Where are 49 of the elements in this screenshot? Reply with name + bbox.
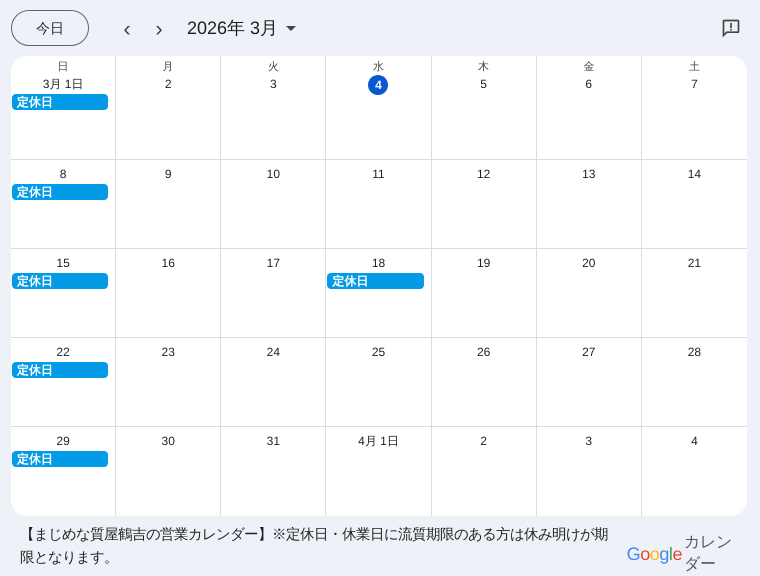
- date-number[interactable]: 31: [266, 431, 280, 451]
- date-number[interactable]: 16: [162, 253, 175, 273]
- date-number[interactable]: 14: [688, 164, 702, 184]
- date-number[interactable]: 10: [266, 164, 280, 184]
- date-number[interactable]: 13: [582, 164, 596, 184]
- date-number[interactable]: 3: [585, 431, 592, 451]
- date-number[interactable]: 20: [582, 253, 596, 273]
- date-number[interactable]: 27: [582, 342, 596, 362]
- dropdown-icon: [286, 26, 296, 30]
- month-selector[interactable]: 2026年 3月: [187, 14, 296, 42]
- date-number[interactable]: 22: [56, 342, 70, 362]
- date-number[interactable]: 3月 1日: [42, 74, 84, 94]
- date-number[interactable]: 6: [585, 74, 592, 94]
- date-number[interactable]: 4月 1日: [358, 431, 399, 451]
- calendar-description: 【まじめな質屋鶴吉の営業カレンダー】※定休日・休業日に流質期限のある方は休み明けが期限となります。: [20, 526, 609, 568]
- date-number[interactable]: 3: [270, 74, 277, 94]
- date-number[interactable]: 24: [266, 342, 280, 362]
- weekday-label: 金: [583, 60, 594, 74]
- date-number[interactable]: 15: [56, 253, 70, 273]
- previous-button[interactable]: ‹: [115, 12, 139, 44]
- today-button[interactable]: 今日: [11, 10, 89, 46]
- date-number[interactable]: 2: [164, 74, 172, 94]
- date-number[interactable]: 8: [60, 164, 66, 184]
- date-number[interactable]: 29: [56, 431, 70, 451]
- weekday-label: 月: [162, 60, 174, 74]
- date-number[interactable]: 9: [164, 164, 172, 184]
- today-date[interactable]: 4: [368, 75, 388, 95]
- date-number[interactable]: 17: [266, 253, 280, 273]
- date-number[interactable]: 5: [480, 74, 487, 94]
- feedback-icon[interactable]: [721, 18, 741, 38]
- weekday-label: 土: [688, 60, 700, 74]
- next-button[interactable]: ›: [147, 12, 171, 44]
- date-number[interactable]: 25: [372, 342, 386, 362]
- date-number[interactable]: 18: [372, 253, 386, 273]
- date-number[interactable]: 21: [688, 253, 702, 273]
- date-number[interactable]: 23: [162, 342, 175, 362]
- weekday-label: 火: [268, 60, 279, 74]
- date-number[interactable]: 4: [691, 431, 698, 451]
- weekday-label: 日: [58, 60, 69, 74]
- date-number[interactable]: 28: [688, 342, 702, 362]
- date-number[interactable]: 12: [476, 164, 490, 184]
- date-number[interactable]: 2: [480, 431, 487, 451]
- weekday-label: 木: [478, 60, 490, 74]
- weekday-label: 水: [372, 60, 384, 74]
- date-number[interactable]: 11: [372, 164, 385, 184]
- date-number[interactable]: 7: [691, 74, 698, 94]
- date-number[interactable]: 26: [476, 342, 490, 362]
- date-number[interactable]: 19: [476, 253, 490, 273]
- date-number[interactable]: 30: [162, 431, 175, 451]
